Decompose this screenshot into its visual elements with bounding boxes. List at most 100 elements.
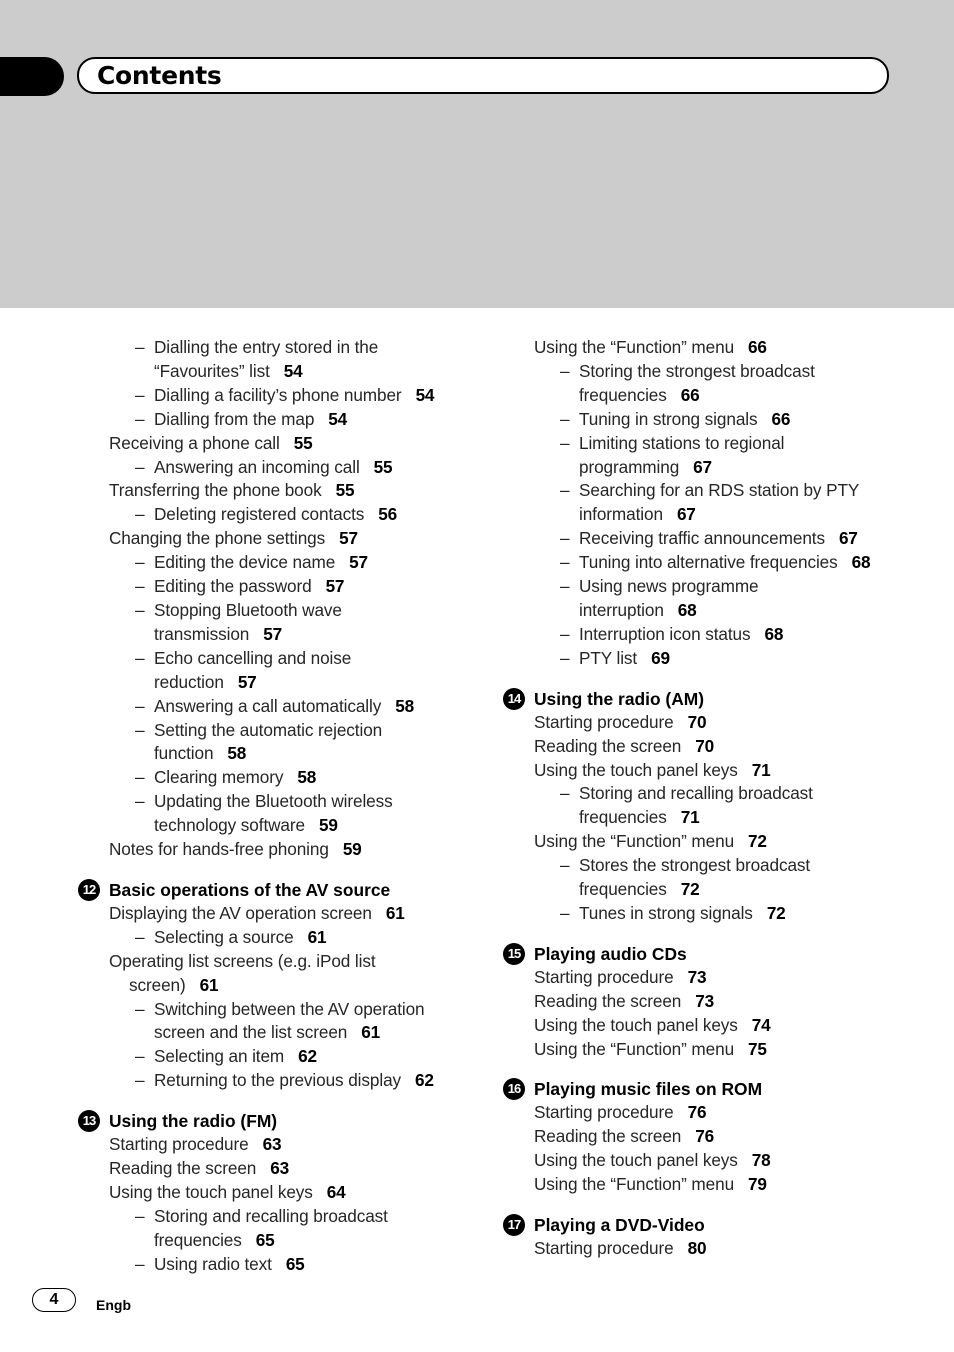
page-ref[interactable]: 71 [752, 760, 771, 780]
toc-entry[interactable]: Starting procedure 70 [503, 711, 923, 735]
page-ref[interactable]: 63 [270, 1158, 289, 1178]
page-ref[interactable]: 79 [748, 1174, 767, 1194]
page-ref[interactable]: 62 [415, 1070, 434, 1090]
toc-subentry[interactable]: – Stopping Bluetooth wave [78, 599, 478, 623]
page-ref[interactable]: 75 [748, 1039, 767, 1059]
page-ref[interactable]: 55 [336, 480, 355, 500]
page-ref[interactable]: 78 [752, 1150, 771, 1170]
toc-subentry[interactable]: – Tunes in strong signals 72 [503, 902, 923, 926]
chapter-heading[interactable]: 13 Using the radio (FM) [78, 1109, 478, 1133]
page-ref[interactable]: 54 [416, 385, 435, 405]
toc-entry[interactable]: Using the “Function” menu 75 [503, 1038, 923, 1062]
toc-entry[interactable]: Using the touch panel keys 78 [503, 1149, 923, 1173]
toc-subentry[interactable]: information 67 [503, 503, 923, 527]
page-ref[interactable]: 57 [238, 672, 257, 692]
toc-subentry[interactable]: – Using news programme [503, 575, 923, 599]
page-ref[interactable]: 69 [651, 648, 670, 668]
page-ref[interactable]: 74 [752, 1015, 771, 1035]
toc-entry[interactable]: Starting procedure 73 [503, 966, 923, 990]
page-ref[interactable]: 58 [227, 743, 246, 763]
toc-subentry[interactable]: – Answering a call automatically 58 [78, 695, 478, 719]
page-ref[interactable]: 67 [693, 457, 712, 477]
toc-subentry[interactable]: – Limiting stations to regional [503, 432, 923, 456]
toc-entry[interactable]: Starting procedure 63 [78, 1133, 478, 1157]
toc-subentry[interactable]: “Favourites” list 54 [78, 360, 478, 384]
toc-subentry[interactable]: – Echo cancelling and noise [78, 647, 478, 671]
chapter-heading[interactable]: 16 Playing music files on ROM [503, 1077, 923, 1101]
toc-entry[interactable]: Using the “Function” menu 79 [503, 1173, 923, 1197]
page-ref[interactable]: 56 [378, 504, 397, 524]
page-ref[interactable]: 58 [297, 767, 316, 787]
toc-subentry[interactable]: – Answering an incoming call 55 [78, 456, 478, 480]
toc-subentry[interactable]: – Storing and recalling broadcast [503, 782, 923, 806]
chapter-heading[interactable]: 14 Using the radio (AM) [503, 687, 923, 711]
page-ref[interactable]: 65 [256, 1230, 275, 1250]
chapter-heading[interactable]: 17 Playing a DVD-Video [503, 1213, 923, 1237]
toc-subentry[interactable]: – Storing the strongest broadcast [503, 360, 923, 384]
toc-subentry[interactable]: – Returning to the previous display 62 [78, 1069, 478, 1093]
toc-subentry[interactable]: interruption 68 [503, 599, 923, 623]
page-ref[interactable]: 68 [764, 624, 783, 644]
toc-subentry[interactable]: – Storing and recalling broadcast [78, 1205, 478, 1229]
toc-subentry[interactable]: – Clearing memory 58 [78, 766, 478, 790]
toc-entry[interactable]: Transferring the phone book 55 [78, 479, 478, 503]
page-ref[interactable]: 63 [263, 1134, 282, 1154]
page-ref[interactable]: 59 [343, 839, 362, 859]
page-ref[interactable]: 59 [319, 815, 338, 835]
page-ref[interactable]: 61 [386, 903, 405, 923]
page-ref[interactable]: 73 [688, 967, 707, 987]
toc-entry[interactable]: Displaying the AV operation screen 61 [78, 902, 478, 926]
toc-subentry[interactable]: – Dialling the entry stored in the [78, 336, 478, 360]
toc-subentry[interactable]: frequencies 66 [503, 384, 923, 408]
page-ref[interactable]: 70 [695, 736, 714, 756]
page-ref[interactable]: 57 [326, 576, 345, 596]
page-ref[interactable]: 80 [688, 1238, 707, 1258]
toc-subentry[interactable]: – Dialling from the map 54 [78, 408, 478, 432]
page-ref[interactable]: 66 [681, 385, 700, 405]
toc-entry[interactable]: Reading the screen 70 [503, 735, 923, 759]
toc-subentry[interactable]: – Searching for an RDS station by PTY [503, 479, 923, 503]
toc-entry[interactable]: Starting procedure 80 [503, 1237, 923, 1261]
page-ref[interactable]: 67 [677, 504, 696, 524]
toc-subentry[interactable]: – Editing the password 57 [78, 575, 478, 599]
page-ref[interactable]: 61 [200, 975, 219, 995]
page-ref[interactable]: 55 [294, 433, 313, 453]
toc-subentry[interactable]: frequencies 65 [78, 1229, 478, 1253]
toc-entry[interactable]: Using the touch panel keys 74 [503, 1014, 923, 1038]
page-ref[interactable]: 68 [678, 600, 697, 620]
page-ref[interactable]: 76 [688, 1102, 707, 1122]
toc-entry[interactable]: Reading the screen 76 [503, 1125, 923, 1149]
toc-subentry[interactable]: reduction 57 [78, 671, 478, 695]
toc-subentry[interactable]: – Selecting a source 61 [78, 926, 478, 950]
page-ref[interactable]: 58 [395, 696, 414, 716]
page-ref[interactable]: 72 [767, 903, 786, 923]
toc-subentry[interactable]: – PTY list 69 [503, 647, 923, 671]
page-ref[interactable]: 61 [361, 1022, 380, 1042]
page-ref[interactable]: 57 [263, 624, 282, 644]
page-ref[interactable]: 72 [681, 879, 700, 899]
toc-subentry[interactable]: – Switching between the AV operation [78, 998, 478, 1022]
toc-subentry[interactable]: programming 67 [503, 456, 923, 480]
page-ref[interactable]: 72 [748, 831, 767, 851]
toc-subentry[interactable]: – Dialling a facility’s phone number 54 [78, 384, 478, 408]
page-ref[interactable]: 66 [772, 409, 791, 429]
toc-subentry[interactable]: – Deleting registered contacts 56 [78, 503, 478, 527]
page-ref[interactable]: 54 [328, 409, 347, 429]
page-ref[interactable]: 64 [327, 1182, 346, 1202]
toc-entry[interactable]: Using the “Function” menu 72 [503, 830, 923, 854]
page-ref[interactable]: 73 [695, 991, 714, 1011]
toc-subentry[interactable]: – Receiving traffic announcements 67 [503, 527, 923, 551]
toc-subentry[interactable]: – Editing the device name 57 [78, 551, 478, 575]
toc-subentry[interactable]: function 58 [78, 742, 478, 766]
toc-subentry[interactable]: frequencies 72 [503, 878, 923, 902]
toc-subentry[interactable]: screen and the list screen 61 [78, 1021, 478, 1045]
chapter-heading[interactable]: 15 Playing audio CDs [503, 942, 923, 966]
page-ref[interactable]: 71 [681, 807, 700, 827]
toc-subentry[interactable]: – Tuning into alternative frequencies 68 [503, 551, 923, 575]
page-ref[interactable]: 76 [695, 1126, 714, 1146]
toc-subentry[interactable]: frequencies 71 [503, 806, 923, 830]
page-ref[interactable]: 57 [339, 528, 358, 548]
toc-entry[interactable]: Reading the screen 73 [503, 990, 923, 1014]
toc-entry[interactable]: Receiving a phone call 55 [78, 432, 478, 456]
page-ref[interactable]: 67 [839, 528, 858, 548]
